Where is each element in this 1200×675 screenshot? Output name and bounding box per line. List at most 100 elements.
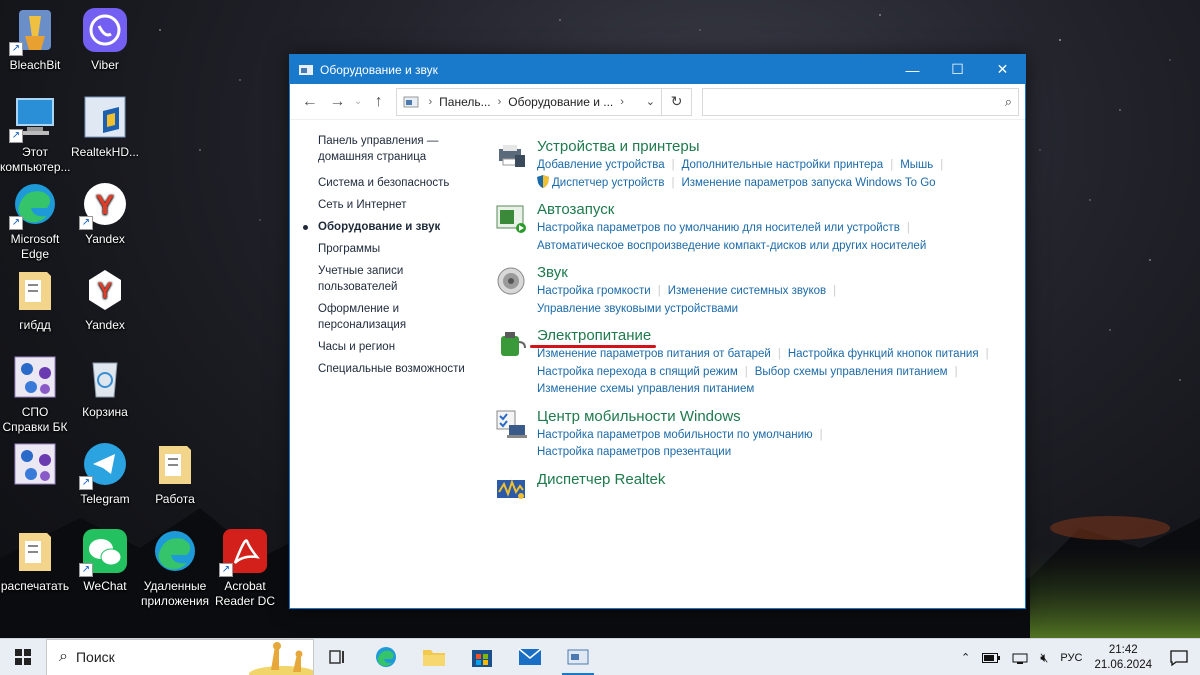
desktop-icon-gibdd[interactable]: гибдд <box>0 266 70 333</box>
category-title[interactable]: Звук <box>537 263 1015 283</box>
nav-item-home[interactable]: Панель управления — домашняя страница <box>318 133 478 165</box>
svg-text:Y: Y <box>96 189 115 220</box>
battery-icon[interactable] <box>982 652 1001 663</box>
nav-item-hardware-sound[interactable]: Оборудование и звук <box>303 219 478 235</box>
link-power-buttons[interactable]: Настройка функций кнопок питания <box>788 348 979 360</box>
computer-icon: ↗ <box>9 93 59 143</box>
chevron-down-icon[interactable]: ⌄ <box>639 95 661 108</box>
link-mobility-defaults[interactable]: Настройка параметров мобильности по умол… <box>537 429 813 441</box>
desktop-icon-label: распечатать <box>0 579 70 593</box>
clock-date: 21.06.2024 <box>1094 658 1152 671</box>
taskbar-mail[interactable] <box>506 639 554 675</box>
taskbar-edge[interactable] <box>362 639 410 675</box>
window-title: Оборудование и звук <box>320 62 438 77</box>
nav-item-clock-region[interactable]: Часы и регион <box>318 339 478 355</box>
taskbar-file-explorer[interactable] <box>410 639 458 675</box>
volume-muted-icon[interactable]: 🔇︎ <box>1040 650 1048 666</box>
link-adjust-volume[interactable]: Настройка громкости <box>537 285 651 297</box>
category-title[interactable]: Электропитание <box>537 326 1015 346</box>
desktop-icon-remote-apps[interactable]: Удаленные приложения <box>140 527 210 609</box>
maximize-button[interactable]: ☐ <box>935 55 980 84</box>
nav-item-appearance[interactable]: Оформление и персонализация <box>318 301 478 333</box>
desktop-icon-bleachbit[interactable]: ↗ BleachBit <box>0 6 70 73</box>
link-system-sounds[interactable]: Изменение системных звуков <box>668 285 826 297</box>
link-mouse[interactable]: Мышь <box>900 159 933 171</box>
desktop-icon-yandex-2[interactable]: Y Yandex <box>70 266 140 333</box>
back-arrow-icon[interactable]: ← <box>296 88 324 116</box>
show-hidden-icons-chevron-icon[interactable]: ⌃ <box>961 651 970 664</box>
action-center-icon[interactable] <box>1170 649 1188 666</box>
task-view-button[interactable] <box>314 639 362 675</box>
desktop-icon-spo-2[interactable] <box>0 440 70 492</box>
minimize-button[interactable]: — <box>890 55 935 84</box>
address-bar[interactable]: › Панель... › Оборудование и ... › ⌄ <box>396 87 663 116</box>
desktop-icon-label: WeChat <box>83 579 127 593</box>
control-panel-window[interactable]: Оборудование и звук — ☐ ✕ ← → ⌄ ↑ › Пане… <box>289 54 1026 609</box>
link-audio-devices[interactable]: Управление звуковыми устройствами <box>537 303 738 315</box>
nav-item-accessibility[interactable]: Специальные возможности <box>318 361 478 377</box>
shortcut-arrow-icon: ↗ <box>9 216 23 230</box>
search-input[interactable]: ⌕ <box>701 87 1019 116</box>
desktop-icon-microsoft-edge[interactable]: ↗ Microsoft Edge <box>0 180 70 262</box>
category-devices-printers: Устройства и принтеры Добавление устройс… <box>495 137 1015 192</box>
window-titlebar[interactable]: Оборудование и звук — ☐ ✕ <box>290 55 1025 84</box>
desktop-icon-acrobat[interactable]: ↗ Acrobat Reader DC <box>210 527 280 609</box>
link-battery-settings[interactable]: Изменение параметров питания от батарей <box>537 348 771 360</box>
recycle-bin-icon <box>81 353 129 401</box>
desktop-icon-label: Viber <box>91 58 119 72</box>
desktop-icon-rabota[interactable]: Работа <box>140 440 210 507</box>
desktop-icon-label: BleachBit <box>9 58 61 72</box>
link-autoplay-cds[interactable]: Автоматическое воспроизведение компакт-д… <box>537 240 926 252</box>
input-language[interactable]: РУС <box>1060 652 1082 664</box>
taskbar-store[interactable] <box>458 639 506 675</box>
viber-icon <box>81 6 129 54</box>
start-button[interactable] <box>0 639 46 675</box>
link-printer-settings[interactable]: Дополнительные настройки принтера <box>682 159 884 171</box>
desktop-icon-this-computer[interactable]: ↗ Этот компьютер... <box>0 93 71 175</box>
up-arrow-icon[interactable]: ↑ <box>365 88 393 116</box>
nav-item-user-accounts[interactable]: Учетные записи пользователей <box>318 263 478 295</box>
taskbar-search-input[interactable]: ⌕ Поиск <box>46 638 314 675</box>
link-device-manager[interactable]: Диспетчер устройств <box>552 177 664 189</box>
desktop-icon-label: Работа <box>155 492 195 506</box>
link-windows-to-go[interactable]: Изменение параметров запуска Windows To … <box>681 177 935 189</box>
nav-item-programs[interactable]: Программы <box>318 241 478 257</box>
category-title[interactable]: Устройства и принтеры <box>537 137 1015 157</box>
search-icon: ⌕ <box>1004 93 1012 109</box>
left-navigation: Панель управления — домашняя страница Си… <box>303 133 478 383</box>
nav-item-system-security[interactable]: Система и безопасность <box>318 175 478 191</box>
desktop-icon-telegram[interactable]: ↗ Telegram <box>70 440 140 507</box>
network-icon[interactable] <box>1012 652 1028 664</box>
spo-icon <box>11 353 59 401</box>
chevron-right-icon: › <box>497 95 502 108</box>
breadcrumb-control-panel[interactable]: Панель... <box>439 95 490 109</box>
category-title[interactable]: Центр мобильности Windows <box>537 407 1015 427</box>
taskbar-control-panel[interactable] <box>554 639 602 675</box>
category-title[interactable]: Диспетчер Realtek <box>537 470 1015 490</box>
control-panel-icon <box>299 64 313 75</box>
desktop-icon-yandex[interactable]: Y ↗ Yandex <box>70 180 140 247</box>
desktop-icon-raspechatat[interactable]: распечатать <box>0 527 70 594</box>
link-add-device[interactable]: Добавление устройства <box>537 159 665 171</box>
close-button[interactable]: ✕ <box>980 55 1025 84</box>
desktop-icon-wechat[interactable]: ↗ WeChat <box>70 527 140 594</box>
desktop-icon-recycle-bin[interactable]: Корзина <box>70 353 140 420</box>
desktop-icon-label: гибдд <box>19 318 51 332</box>
refresh-button[interactable]: ↻ <box>662 87 692 116</box>
link-presentation-settings[interactable]: Настройка параметров презентации <box>537 446 731 458</box>
link-sleep-settings[interactable]: Настройка перехода в спящий режим <box>537 366 738 378</box>
clock[interactable]: 21:42 21.06.2024 <box>1094 643 1152 673</box>
desktop-icon-viber[interactable]: Viber <box>70 6 140 73</box>
forward-arrow-icon[interactable]: → <box>324 88 352 116</box>
nav-item-network[interactable]: Сеть и Интернет <box>318 197 478 213</box>
desktop-icon-spo[interactable]: СПО Справки БК <box>0 353 70 435</box>
link-choose-power-plan[interactable]: Выбор схемы управления питанием <box>755 366 948 378</box>
breadcrumb-hardware-sound[interactable]: Оборудование и ... <box>508 95 613 109</box>
link-default-media-settings[interactable]: Настройка параметров по умолчанию для но… <box>537 222 900 234</box>
link-edit-power-plan[interactable]: Изменение схемы управления питанием <box>537 383 754 395</box>
desktop-icon-realtekhd[interactable]: RealtekHD... <box>70 93 140 160</box>
category-title[interactable]: Автозапуск <box>537 200 1015 220</box>
taskbar-search-text: Поиск <box>75 649 115 665</box>
shortcut-arrow-icon: ↗ <box>9 129 23 143</box>
recent-locations-icon[interactable]: ⌄ <box>351 88 365 116</box>
